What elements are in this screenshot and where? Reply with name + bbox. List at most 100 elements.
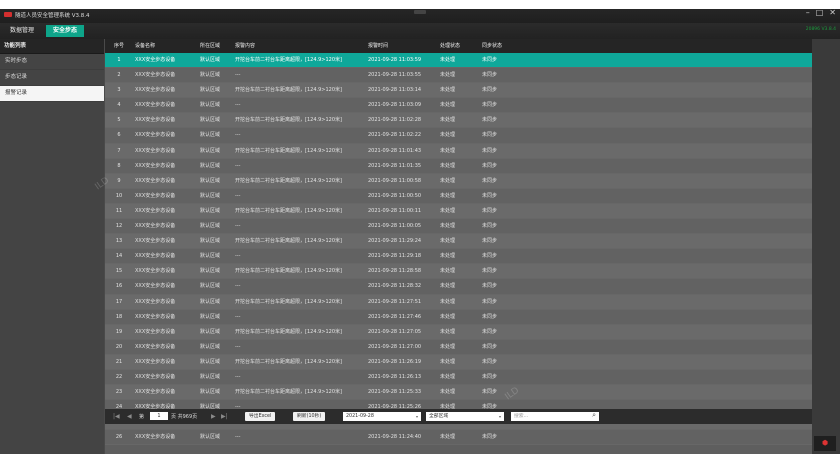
sidebar-item-alarm-records[interactable]: 报警记录 — [0, 86, 104, 102]
table-row[interactable]: 1 XXX安全步态设备 默认区域 开挖台车前二衬台车距离超限，[124.9>120米]… — [105, 53, 812, 69]
minimize-icon[interactable]: – — [806, 8, 810, 17]
col-header-device[interactable]: 设备名称 — [135, 39, 155, 53]
cell-time: 2021-09-28 11:24:40 — [368, 434, 422, 441]
date-picker[interactable]: 2021-09-28 ▾ — [343, 412, 421, 421]
table-row[interactable]: 26 XXX安全步态设备 默认区域 --- 2021-09-28 11:24:40 未处理… — [105, 430, 812, 446]
cell-area: 默认区域 — [200, 343, 221, 350]
area-select[interactable]: 全部区域 ▾ — [426, 412, 504, 421]
col-header-sync[interactable]: 同步状态 — [482, 39, 502, 53]
close-icon[interactable]: ✕ — [829, 8, 836, 17]
table-row[interactable]: 17 XXX安全步态设备 默认区域 开挖台车前二衬台车距离超限，[124.9>120米… — [105, 294, 812, 310]
col-header-time[interactable]: 报警时间 — [368, 39, 388, 53]
export-excel-button[interactable]: 导出Excel — [245, 412, 276, 421]
table-row[interactable]: 16 XXX安全步态设备 默认区域 --- 2021-09-28 11:28:32 未处理… — [105, 279, 812, 295]
cell-device: XXX安全步态设备 — [135, 162, 176, 169]
maximize-icon[interactable]: □ — [816, 8, 824, 17]
tab-safety-gait[interactable]: 安全步态 — [46, 25, 85, 37]
table-row[interactable]: 13 XXX安全步态设备 默认区域 开挖台车前二衬台车距离超限，[124.9>120米… — [105, 234, 812, 250]
table-row[interactable]: 23 XXX安全步态设备 默认区域 开挖台车前二衬台车距离超限，[124.9>120米… — [105, 385, 812, 401]
cell-sync: 未同步 — [482, 298, 498, 305]
cell-sync: 未同步 — [482, 87, 498, 94]
cell-content: 开挖台车前二衬台车距离超限，[124.9>120米] — [235, 328, 342, 335]
search-icon[interactable]: ⌕ — [592, 411, 596, 420]
col-header-area[interactable]: 所在区域 — [200, 39, 220, 53]
table-row[interactable]: 19 XXX安全步态设备 默认区域 开挖台车前二衬台车距离超限，[124.9>120米… — [105, 324, 812, 340]
table-row[interactable]: 22 XXX安全步态设备 默认区域 --- 2021-09-28 11:26:13 未处理… — [105, 369, 812, 386]
cell-status: 未处理 — [440, 192, 456, 199]
col-header-index[interactable]: 序号 — [111, 39, 127, 53]
cell-sync: 未同步 — [482, 313, 498, 320]
cell-time: 2021-09-28 11:01:35 — [368, 162, 422, 169]
title-bar[interactable]: 隧道人员安全管理系统 V3.8.4 – □ ✕ — [0, 8, 840, 23]
table-row[interactable]: 3 XXX安全步态设备 默认区域 开挖台车前二衬台车距离超限，[124.9>120米]… — [105, 83, 812, 99]
cell-content: --- — [235, 373, 241, 380]
drag-handle[interactable] — [414, 10, 426, 14]
cell-device: XXX安全步态设备 — [135, 358, 176, 365]
prev-page-icon[interactable]: ◀ — [127, 413, 132, 420]
cell-sync: 未同步 — [482, 238, 498, 245]
cell-time: 2021-09-28 11:00:05 — [368, 223, 422, 230]
table-row[interactable]: 12 XXX安全步态设备 默认区域 --- 2021-09-28 11:00:05 未处理… — [105, 219, 812, 235]
cell-area: 默认区域 — [200, 238, 221, 245]
page-input[interactable]: 1 — [150, 412, 168, 420]
refresh-button[interactable]: 刷新(10秒) — [293, 412, 326, 421]
first-page-icon[interactable]: |◀ — [113, 413, 120, 420]
table-row[interactable]: 2 XXX安全步态设备 默认区域 --- 2021-09-28 11:03:55 未处理 未… — [105, 68, 812, 84]
last-page-icon[interactable]: ▶| — [221, 413, 228, 420]
table-row[interactable]: 18 XXX安全步态设备 默认区域 --- 2021-09-28 11:27:46 未处理… — [105, 309, 812, 325]
cell-area: 默认区域 — [200, 57, 221, 63]
cell-time: 2021-09-28 11:25:33 — [368, 389, 422, 396]
cell-device: XXX安全步态设备 — [135, 373, 176, 380]
table-row[interactable]: 15 XXX安全步态设备 默认区域 开挖台车前二衬台车距离超限，[124.9>120米… — [105, 264, 812, 280]
tab-data-management[interactable]: 数据管理 — [3, 25, 41, 37]
col-header-content[interactable]: 报警内容 — [235, 39, 255, 53]
table-row[interactable]: 11 XXX安全步态设备 默认区域 开挖台车前二衬台车距离超限，[124.9>120米… — [105, 203, 812, 220]
cell-area: 默认区域 — [200, 358, 221, 365]
cell-sync: 未同步 — [482, 328, 498, 335]
table-row[interactable]: 4 XXX安全步态设备 默认区域 --- 2021-09-28 11:03:09 未处理 未… — [105, 98, 812, 114]
cell-area: 默认区域 — [200, 373, 221, 380]
cell-sync: 未同步 — [482, 268, 498, 275]
table-row[interactable]: 5 XXX安全步态设备 默认区域 开挖台车前二衬台车距离超限，[124.9>120米]… — [105, 113, 812, 129]
cell-device: XXX安全步态设备 — [135, 223, 176, 230]
next-page-icon[interactable]: ▶ — [211, 413, 216, 420]
cell-sync: 未同步 — [482, 373, 498, 380]
cell-index: 26 — [115, 434, 123, 441]
cell-status: 未处理 — [440, 102, 456, 109]
cell-time: 2021-09-28 11:00:58 — [368, 177, 422, 184]
cell-device: XXX安全步态设备 — [135, 192, 176, 199]
content-area: 功能列表 实时步态 步态记录 报警记录 序号 设备名称 所在区域 报警内容 报警… — [0, 39, 840, 454]
table-row[interactable]: 9 XXX安全步态设备 默认区域 开挖台车前二衬台车距离超限，[124.9>120米]… — [105, 173, 812, 189]
sidebar-item-gait-records[interactable]: 步态记录 — [0, 70, 104, 86]
sidebar-item-realtime-gait[interactable]: 实时步态 — [0, 54, 104, 70]
cell-device: XXX安全步态设备 — [135, 87, 176, 94]
table-row[interactable]: 10 XXX安全步态设备 默认区域 --- 2021-09-28 11:00:50 未处理… — [105, 188, 812, 204]
tray-app-icon[interactable]: ⬢ — [814, 436, 836, 451]
col-header-status[interactable]: 处理状态 — [440, 39, 460, 53]
cell-content: --- — [235, 343, 241, 350]
cell-status: 未处理 — [440, 72, 456, 79]
cell-index: 17 — [115, 298, 123, 305]
cell-area: 默认区域 — [200, 162, 221, 169]
table-row[interactable]: 21 XXX安全步态设备 默认区域 开挖台车前二衬台车距离超限，[124.9>120米… — [105, 354, 812, 370]
cell-area: 默认区域 — [200, 223, 221, 230]
table-row[interactable]: 7 XXX安全步态设备 默认区域 开挖台车前二衬台车距离超限，[124.9>120米]… — [105, 143, 812, 159]
cell-content: 开挖台车前二衬台车距离超限，[124.9>120米] — [235, 147, 342, 154]
cell-status: 未处理 — [440, 223, 456, 230]
table-row[interactable]: 14 XXX安全步态设备 默认区域 --- 2021-09-28 11:29:18 未处理… — [105, 249, 812, 265]
cell-time: 2021-09-28 11:02:22 — [368, 132, 422, 139]
table-row[interactable]: 8 XXX安全步态设备 默认区域 --- 2021-09-28 11:01:35 未处理 未… — [105, 158, 812, 174]
cell-sync: 未同步 — [482, 162, 498, 169]
search-input[interactable]: 搜索... ⌕ — [511, 411, 599, 421]
cell-status: 未处理 — [440, 389, 456, 396]
app-logo — [4, 12, 12, 17]
cell-index: 8 — [117, 162, 121, 169]
table-row[interactable]: 20 XXX安全步态设备 默认区域 --- 2021-09-28 11:27:00 未处理… — [105, 339, 812, 355]
search-placeholder: 搜索... — [514, 414, 529, 419]
cell-sync: 未同步 — [482, 207, 498, 214]
cell-time: 2021-09-28 11:27:00 — [368, 343, 422, 350]
table-body: 1 XXX安全步态设备 默认区域 开挖台车前二衬台车距离超限，[124.9>120米]… — [105, 53, 812, 446]
cell-time: 2021-09-28 11:00:11 — [368, 207, 422, 214]
sidebar-header: 功能列表 — [0, 39, 104, 54]
table-row[interactable]: 6 XXX安全步态设备 默认区域 --- 2021-09-28 11:02:22 未处理 未… — [105, 128, 812, 144]
